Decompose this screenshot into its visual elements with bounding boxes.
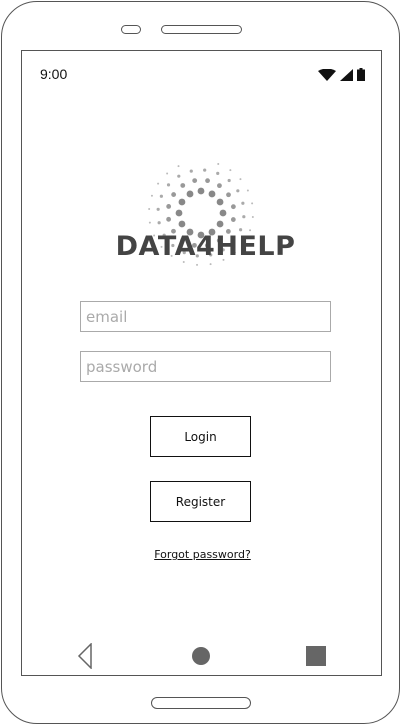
logo-dot (157, 182, 160, 185)
logo-dot (203, 168, 207, 172)
logo-dot (230, 217, 236, 222)
logo-dot (166, 204, 172, 209)
logo-dot (216, 171, 220, 175)
navigation-bar (22, 641, 383, 671)
logo-dot (178, 220, 186, 228)
logo-dot (171, 192, 177, 197)
logo-dot (180, 183, 186, 188)
logo-dot (166, 172, 169, 175)
logo-dot (209, 263, 212, 266)
back-icon[interactable] (77, 643, 93, 669)
logo-dot (217, 183, 222, 189)
password-field[interactable] (80, 351, 331, 382)
logo-dots-icon (148, 163, 254, 266)
app-logo-text: DATA4HELP (115, 231, 296, 262)
logo-dot (197, 187, 205, 195)
logo-dot (175, 209, 183, 217)
logo-dot (229, 169, 232, 172)
logo-dot (226, 192, 231, 198)
status-icons (318, 68, 365, 81)
logo-dot (192, 178, 198, 184)
register-button[interactable]: Register (150, 481, 251, 522)
logo-dot (148, 221, 151, 224)
logo-dot (159, 194, 163, 198)
logo-dot (219, 209, 227, 217)
logo-dot (177, 174, 181, 178)
logo-dot (205, 178, 210, 184)
logo-dot (196, 263, 199, 266)
logo-dot (148, 208, 151, 211)
logo-dot (157, 221, 161, 225)
screen: 9:00 DATA4HELP Login Register Forgot pas… (21, 50, 382, 676)
logo-dot (216, 220, 224, 228)
recent-apps-icon[interactable] (306, 646, 326, 666)
logo-dot (166, 183, 171, 187)
home-icon[interactable] (192, 647, 210, 665)
logo-dot (251, 202, 254, 205)
front-sensor (121, 25, 141, 34)
logo-dot (251, 215, 254, 218)
signal-icon (340, 69, 353, 81)
forgot-password-link[interactable]: Forgot password? (22, 548, 383, 561)
logo-dot (236, 189, 240, 193)
logo-dot (242, 215, 246, 219)
logo-dot (156, 207, 160, 211)
logo-dot (208, 190, 216, 198)
logo-dot (186, 190, 194, 198)
logo-dot (241, 201, 245, 205)
logo-dot (189, 169, 193, 173)
logo-dot (217, 163, 220, 165)
login-button[interactable]: Login (150, 416, 251, 457)
home-button[interactable] (151, 697, 251, 709)
wifi-icon (318, 69, 336, 81)
logo-dot (230, 204, 236, 210)
logo-dot (177, 165, 180, 168)
logo-dot (246, 189, 249, 192)
earpiece-speaker (161, 25, 242, 34)
logo-dot (166, 216, 172, 222)
logo-dot (216, 198, 224, 206)
logo-dot (150, 194, 153, 197)
logo-dot (178, 198, 186, 206)
logo-dot (227, 178, 231, 183)
battery-icon (357, 68, 365, 81)
status-time: 9:00 (40, 66, 68, 82)
logo-dot (239, 178, 242, 181)
email-field[interactable] (80, 301, 331, 332)
